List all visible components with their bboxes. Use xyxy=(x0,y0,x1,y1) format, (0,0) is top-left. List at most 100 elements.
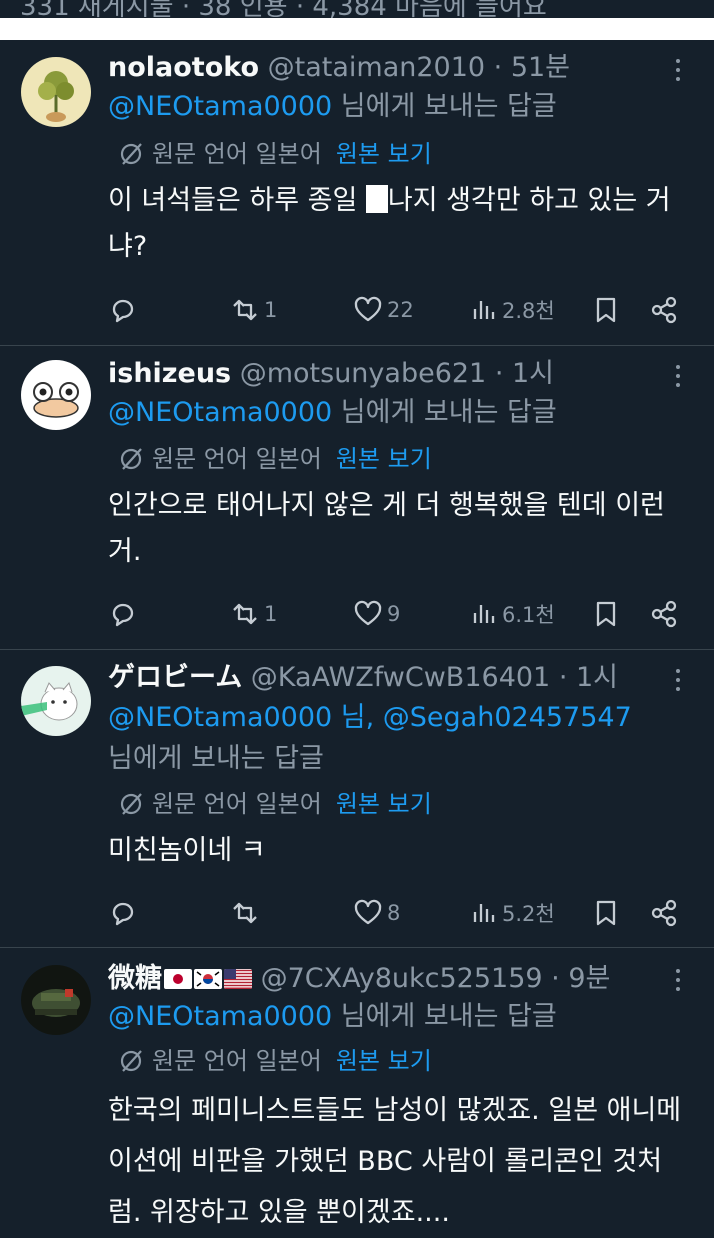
reply-tweet[interactable]: nolaotoko @tataiman2010 · 51분 @NEOtama00… xyxy=(0,40,714,346)
views-chart-icon xyxy=(473,301,495,319)
bookmark-icon xyxy=(596,297,616,323)
tweet-text-part: 이 녀석들은 하루 종일 xyxy=(108,185,366,216)
more-options-icon[interactable] xyxy=(668,663,688,697)
timestamp[interactable]: · 1시 xyxy=(559,662,618,693)
bookmark-button[interactable] xyxy=(592,295,620,325)
translation-notice: 원문 언어 일본어 원본 보기 xyxy=(118,443,432,475)
share-icon xyxy=(651,600,677,628)
bookmark-icon xyxy=(596,900,616,926)
translate-icon xyxy=(120,448,142,470)
replying-to-suffix: 님에게 보내는 답글 xyxy=(332,91,557,122)
mention-link[interactable]: @NEOtama0000 xyxy=(108,397,332,428)
more-options-icon[interactable] xyxy=(668,53,688,87)
translate-icon xyxy=(120,143,142,165)
bookmark-icon xyxy=(596,601,616,627)
more-options-icon[interactable] xyxy=(668,963,688,997)
tweet-header: nolaotoko @tataiman2010 · 51분 xyxy=(108,50,654,86)
previous-tweet-stats-clipped: 331 재게시물 · 38 인용 · 4,384 마음에 들어요 xyxy=(0,0,714,40)
bookmark-button[interactable] xyxy=(592,898,620,928)
user-handle[interactable]: @KaAWZfwCwB16401 xyxy=(251,662,550,693)
reply-button[interactable] xyxy=(108,295,142,325)
reply-tweet[interactable]: ゲロビーム @KaAWZfwCwB16401 · 1시 @NEOtama0000… xyxy=(0,650,714,948)
korea-flag-icon xyxy=(194,969,222,989)
timestamp[interactable]: · 51분 xyxy=(494,52,570,83)
replying-to-suffix: 님에게 보내는 답글 xyxy=(332,397,557,428)
replying-to: @NEOtama0000 님에게 보내는 답글 xyxy=(108,89,674,125)
views-button[interactable]: 5.2천 xyxy=(470,898,555,928)
share-button[interactable] xyxy=(649,295,679,325)
reply-tweet[interactable]: ishizeus @motsunyabe621 · 1시 @NEOtama000… xyxy=(0,346,714,650)
reply-icon xyxy=(112,299,134,323)
bookmark-button[interactable] xyxy=(592,599,620,629)
tweet-header: ゲロビーム @KaAWZfwCwB16401 · 1시 xyxy=(108,660,654,696)
tweet-text: 이 녀석들은 하루 종일 나지 생각만 하고 있는 거냐? xyxy=(108,178,686,270)
like-button[interactable]: 8 xyxy=(353,898,400,928)
usa-flag-icon xyxy=(224,969,252,989)
replying-to: @NEOtama0000 님, @Segah02457547 xyxy=(108,700,674,736)
retweet-button[interactable] xyxy=(230,898,264,928)
views-button[interactable]: 6.1천 xyxy=(470,599,555,629)
original-language-label: 원문 언어 일본어 xyxy=(152,140,322,168)
retweet-button[interactable]: 1 xyxy=(230,295,277,325)
translation-notice: 원문 언어 일본어 원본 보기 xyxy=(118,138,432,170)
reply-icon xyxy=(112,603,134,627)
retweet-button[interactable]: 1 xyxy=(230,599,277,629)
display-name[interactable]: ishizeus xyxy=(108,358,231,389)
avatar[interactable] xyxy=(21,57,91,127)
translate-icon xyxy=(120,1050,142,1072)
reply-button[interactable] xyxy=(108,898,142,928)
avatar[interactable] xyxy=(21,666,91,736)
timestamp[interactable]: · 9분 xyxy=(551,963,610,994)
avatar[interactable] xyxy=(21,965,91,1035)
views-chart-icon xyxy=(473,904,495,922)
retweet-count: 1 xyxy=(264,298,278,322)
display-name[interactable]: nolaotoko xyxy=(108,52,259,83)
share-icon xyxy=(651,899,677,927)
heart-icon xyxy=(354,296,382,322)
heart-icon xyxy=(354,600,382,626)
display-name[interactable]: 微糖 xyxy=(108,963,162,994)
share-button[interactable] xyxy=(649,599,679,629)
tweet-header: 微糖 @7CXAy8ukc525159 · 9분 xyxy=(108,961,654,997)
retweet-icon xyxy=(233,299,257,321)
overlay-bar xyxy=(0,18,714,40)
more-options-icon[interactable] xyxy=(668,359,688,393)
view-count: 6.1천 xyxy=(502,603,555,627)
replying-to: @NEOtama0000 님에게 보내는 답글 xyxy=(108,999,674,1035)
view-count: 2.8천 xyxy=(502,299,555,323)
replying-to-suffix: 님에게 보내는 답글 xyxy=(332,1001,557,1032)
display-name[interactable]: ゲロビーム xyxy=(108,662,242,693)
show-original-link[interactable]: 원본 보기 xyxy=(336,138,432,170)
timestamp[interactable]: · 1시 xyxy=(495,358,554,389)
mention-link[interactable]: @NEOtama0000 xyxy=(108,702,332,733)
translate-icon xyxy=(120,793,142,815)
mention-link[interactable]: @NEOtama0000 xyxy=(108,91,332,122)
share-button[interactable] xyxy=(649,898,679,928)
user-handle[interactable]: @tataiman2010 xyxy=(268,52,485,83)
views-chart-icon xyxy=(473,605,495,623)
show-original-link[interactable]: 원본 보기 xyxy=(336,443,432,475)
like-count: 22 xyxy=(387,298,414,322)
original-language-label: 원문 언어 일본어 xyxy=(152,1047,322,1075)
user-handle[interactable]: @motsunyabe621 xyxy=(240,358,487,389)
show-original-link[interactable]: 원본 보기 xyxy=(336,1045,432,1077)
censor-block xyxy=(365,185,388,213)
retweet-icon xyxy=(233,603,257,625)
tweet-text: 한국의 페미니스트들도 남성이 많겠죠. 일본 애니메이션에 비판을 가했던 B… xyxy=(108,1095,682,1228)
tweet-header: ishizeus @motsunyabe621 · 1시 xyxy=(108,356,654,392)
avatar[interactable] xyxy=(21,360,91,430)
tweet-text: 인간으로 태어나지 않은 게 더 행복했을 텐데 이런 거. xyxy=(108,490,665,567)
like-count: 9 xyxy=(387,602,401,626)
mention-link[interactable]: @Segah02457547 xyxy=(383,702,632,733)
action-bar: 1 22 2.8천 xyxy=(108,292,688,328)
reply-button[interactable] xyxy=(108,599,142,629)
show-original-link[interactable]: 원본 보기 xyxy=(336,788,432,820)
views-button[interactable]: 2.8천 xyxy=(470,295,555,325)
like-button[interactable]: 22 xyxy=(353,295,414,325)
like-count: 8 xyxy=(387,901,401,925)
mention-link[interactable]: @NEOtama0000 xyxy=(108,1001,332,1032)
reply-tweet[interactable]: 微糖 @7CXAy8ukc525159 · 9분 @NEOtama0000 님에… xyxy=(0,948,714,1235)
like-button[interactable]: 9 xyxy=(353,599,400,629)
action-bar: 8 5.2천 xyxy=(108,895,688,931)
user-handle[interactable]: @7CXAy8ukc525159 xyxy=(261,963,543,994)
